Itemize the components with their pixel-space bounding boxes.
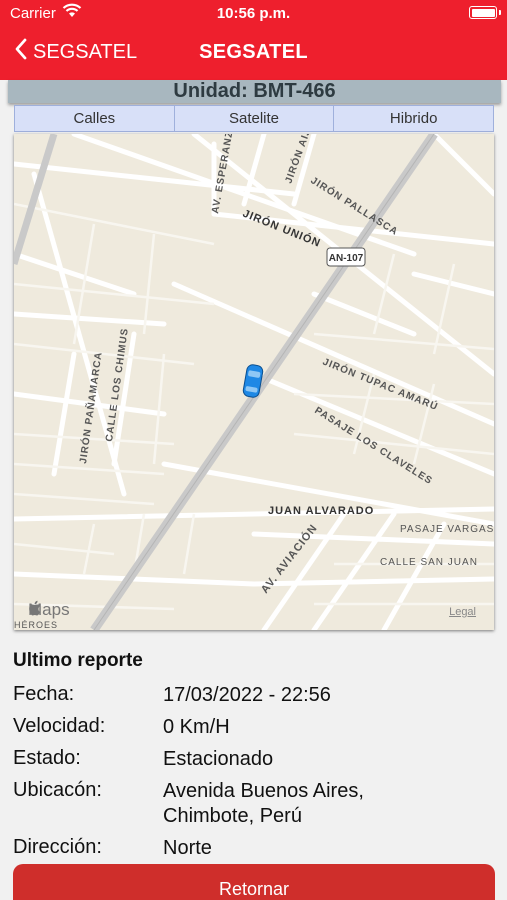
map-streets: JIRÓN UNIÓN JIRÓN PALLASCA AV. ESPERANZA…: [14, 134, 494, 630]
apple-maps-logo: Maps: [28, 600, 70, 620]
direction-label: Dirección:: [13, 836, 102, 858]
apple-logo-icon: [29, 600, 40, 616]
state-label: Estado:: [13, 747, 81, 769]
status-bar: Carrier 10:56 p.m.: [0, 0, 507, 28]
svg-text:HÉROES: HÉROES: [14, 620, 58, 630]
page-title: SEGSATEL: [199, 41, 308, 63]
map-type-hibrido[interactable]: Hibrido: [334, 105, 495, 132]
map-type-satelite[interactable]: Satelite: [174, 105, 335, 132]
svg-text:JUAN ALVARADO: JUAN ALVARADO: [268, 505, 374, 517]
direction-value: Norte: [163, 837, 212, 859]
speed-label: Velocidad:: [13, 715, 106, 737]
status-time: 10:56 p.m.: [216, 5, 291, 22]
location-value: Avenida Buenos Aires, Chimbote, Perú: [163, 780, 364, 827]
svg-text:JIRÓN TUPAC AMARÚ: JIRÓN TUPAC AMARÚ: [321, 355, 441, 413]
map-type-calles[interactable]: Calles: [14, 105, 175, 132]
date-label: Fecha:: [13, 683, 75, 705]
location-label: Ubicacón:: [13, 779, 102, 801]
return-button[interactable]: Retornar: [13, 864, 495, 900]
date-value: 17/03/2022 - 22:56: [163, 684, 331, 706]
svg-text:AN-107: AN-107: [329, 253, 364, 264]
svg-text:PASAJE VARGAS: PASAJE VARGAS: [400, 524, 494, 535]
state-value: Estacionado: [163, 748, 274, 770]
svg-text:CALLE SAN JUAN: CALLE SAN JUAN: [380, 557, 478, 568]
map-legal-link[interactable]: Legal: [449, 606, 476, 618]
map-type-selector: Calles Satelite Hibrido: [14, 105, 495, 132]
report-heading: Ultimo reporte: [13, 650, 143, 671]
unit-label: Unidad: BMT-466: [8, 80, 501, 103]
navigation-bar: SEGSATEL SEGSATEL: [0, 28, 507, 78]
speed-value: 0 Km/H: [163, 716, 230, 738]
map-view[interactable]: JIRÓN UNIÓN JIRÓN PALLASCA AV. ESPERANZA…: [14, 134, 494, 630]
battery-icon: [469, 6, 501, 19]
